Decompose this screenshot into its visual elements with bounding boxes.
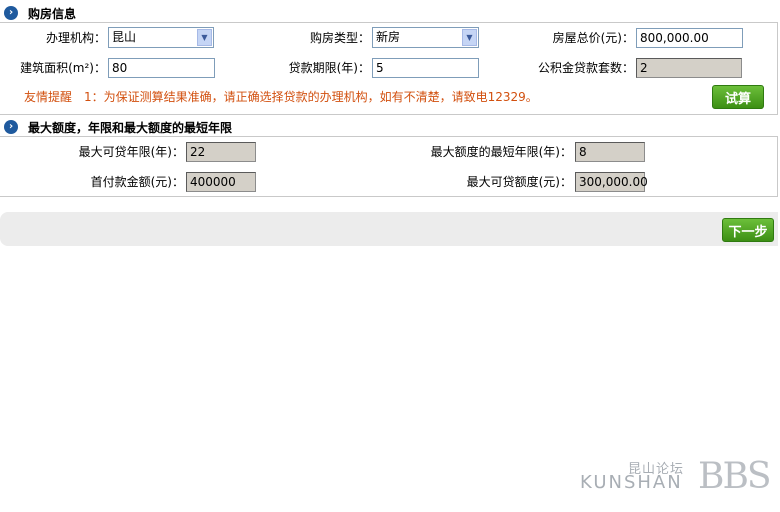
section-limit-header: › 最大额度，年限和最大额度的最短年限: [0, 117, 232, 137]
office-label: 办理机构：: [45, 31, 106, 45]
area-input[interactable]: 80: [108, 58, 215, 78]
limit-panel: 最大可贷年限(年)： 22 最大额度的最短年限(年)： 8 首付款金额(元)： …: [0, 136, 778, 197]
calc-button[interactable]: 试算: [712, 85, 764, 109]
friendly-tip: 友情提醒 1：为保证测算结果准确，请正确选择贷款的办理机构，如有不清楚，请致电1…: [24, 90, 538, 104]
max-years-field: 22: [186, 142, 256, 162]
section-purchase-title: 购房信息: [28, 6, 77, 21]
max-amount-field: 300,000.00: [575, 172, 648, 192]
total-price-label: 房屋总价(元)：: [552, 31, 634, 45]
watermark-en: KUNSHAN: [580, 472, 683, 493]
house-type-select-value: 新房: [376, 30, 401, 44]
max-years-label: 最大可贷年限(年)：: [78, 145, 184, 159]
total-price-input[interactable]: 800,000.00: [636, 28, 743, 48]
office-select-value: 昆山: [112, 30, 137, 44]
min-years-label: 最大额度的最短年限(年)：: [430, 145, 572, 159]
office-select[interactable]: 昆山 ▼: [108, 27, 214, 48]
section-purchase-header: › 购房信息: [0, 3, 76, 23]
chevron-right-circle-icon: ›: [4, 6, 18, 20]
down-payment-field: 400000: [186, 172, 256, 192]
chevron-right-circle-icon: ›: [4, 120, 18, 134]
chevron-down-icon[interactable]: ▼: [462, 29, 477, 46]
section-limit-title: 最大额度，年限和最大额度的最短年限: [28, 120, 233, 135]
kunshan-bbs-watermark: 昆山论坛 KUNSHAN BBS: [580, 456, 772, 502]
house-type-select[interactable]: 新房 ▼: [372, 27, 479, 48]
fund-loan-count-field: 2: [636, 58, 742, 78]
watermark-bbs: BBS: [698, 456, 772, 497]
fund-loan-count-label: 公积金贷款套数：: [537, 61, 634, 75]
loan-term-input[interactable]: 5: [372, 58, 479, 78]
loan-term-label: 贷款期限(年)：: [288, 61, 370, 75]
purchase-panel: 办理机构： 昆山 ▼ 购房类型： 新房 ▼ 房屋总价(元)： 800,000.0…: [0, 22, 778, 115]
down-payment-label: 首付款金额(元)：: [90, 175, 184, 189]
next-step-button[interactable]: 下一步: [722, 218, 774, 242]
action-bar: 下一步: [0, 212, 778, 246]
area-label: 建筑面积(m²)：: [20, 61, 106, 75]
min-years-field: 8: [575, 142, 645, 162]
chevron-down-icon[interactable]: ▼: [197, 29, 212, 46]
max-amount-label: 最大可贷额度(元)：: [466, 175, 572, 189]
house-type-label: 购房类型：: [309, 31, 370, 45]
